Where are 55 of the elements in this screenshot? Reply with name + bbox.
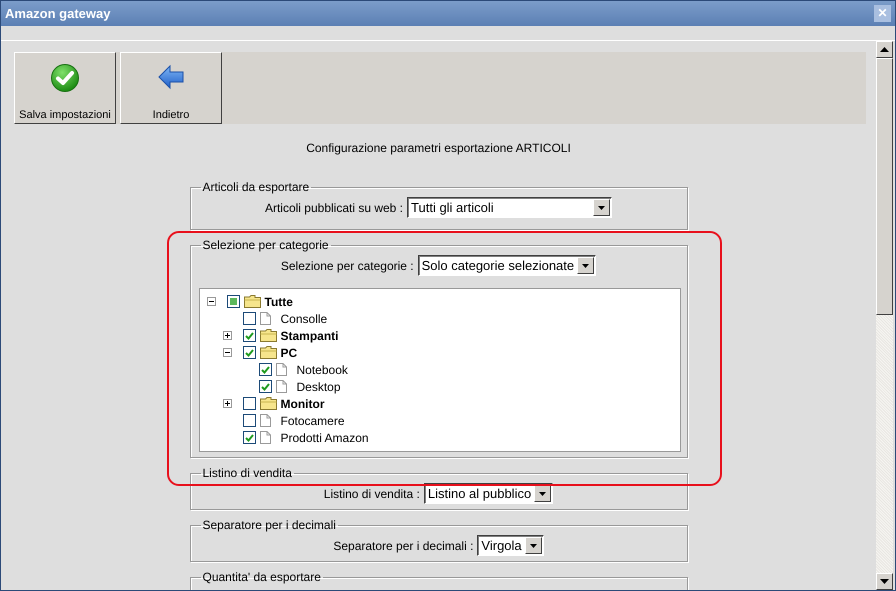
dropdown-arrow-icon	[530, 544, 537, 548]
down-arrow-icon	[880, 579, 889, 584]
tree-checkbox[interactable]	[242, 312, 256, 325]
tree-item[interactable]: Prodotti Amazon	[280, 430, 369, 444]
collapse-icon[interactable]	[206, 297, 216, 306]
tree-checkbox[interactable]	[242, 346, 256, 359]
group-title: Selezione per categorie	[202, 238, 330, 252]
group-title: Quantita' da esportare	[202, 570, 322, 584]
tree-checkbox[interactable]	[258, 363, 272, 376]
tree-item[interactable]: Monitor	[280, 396, 324, 410]
dropdown[interactable]: Tutti gli articoli	[407, 197, 612, 218]
tree-item[interactable]: Tutte	[264, 294, 293, 308]
tree-checkbox[interactable]	[242, 431, 256, 444]
folder-icon	[260, 346, 276, 359]
back-button[interactable]: Indietro	[120, 52, 222, 124]
tree-checkbox[interactable]	[242, 397, 256, 410]
tree-checkbox[interactable]	[226, 295, 240, 308]
save-button[interactable]: Salva impostazioni	[14, 52, 116, 124]
scroll-up-button[interactable]	[876, 41, 893, 58]
scroll-thumb[interactable]	[876, 58, 893, 315]
tree-item[interactable]: Notebook	[296, 362, 348, 376]
field-label: Listino di vendita :	[324, 486, 420, 500]
folder-icon	[260, 397, 276, 410]
collapse-icon[interactable]	[222, 348, 232, 357]
tree-checkbox[interactable]	[242, 329, 256, 342]
dropdown[interactable]: Listino al pubblico	[424, 483, 554, 504]
scrollbar[interactable]	[876, 41, 893, 590]
group-title: Separatore per i decimali	[202, 518, 337, 532]
folder-icon	[260, 329, 276, 342]
window-title: Amazon gateway	[5, 6, 110, 21]
tree-item[interactable]: PC	[280, 346, 298, 360]
dropdown[interactable]: Virgola	[477, 535, 544, 556]
tree-item[interactable]: Fotocamere	[280, 414, 345, 428]
tree-checkbox[interactable]	[242, 414, 256, 427]
tree-item[interactable]: Consolle	[280, 312, 328, 326]
field-label: Separatore per i decimali :	[333, 538, 474, 552]
tree-checkbox[interactable]	[258, 380, 272, 393]
scroll-down-button[interactable]	[876, 573, 893, 590]
page-heading: Configurazione parametri esportazione ARTICOLI	[306, 141, 571, 155]
tree-item[interactable]: Stampanti	[280, 328, 339, 342]
dropdown-arrow-icon	[539, 492, 546, 496]
group-title: Articoli da esportare	[202, 180, 310, 194]
expand-icon[interactable]	[222, 331, 232, 340]
expand-icon[interactable]	[222, 399, 232, 408]
dropdown[interactable]: Solo categorie selezionate	[418, 255, 596, 276]
field-label: Articoli pubblicati su web :	[264, 200, 404, 214]
tree-item[interactable]: Desktop	[296, 380, 341, 394]
folder-icon	[244, 295, 260, 308]
dropdown-arrow-icon	[598, 206, 606, 210]
up-arrow-icon	[880, 47, 889, 52]
group-title: Listino di vendita	[202, 466, 293, 480]
dropdown-arrow-icon	[582, 264, 590, 268]
field-label: Selezione per categorie :	[280, 258, 414, 272]
left-arrow-icon	[157, 63, 185, 91]
checkmark-icon	[50, 63, 80, 93]
